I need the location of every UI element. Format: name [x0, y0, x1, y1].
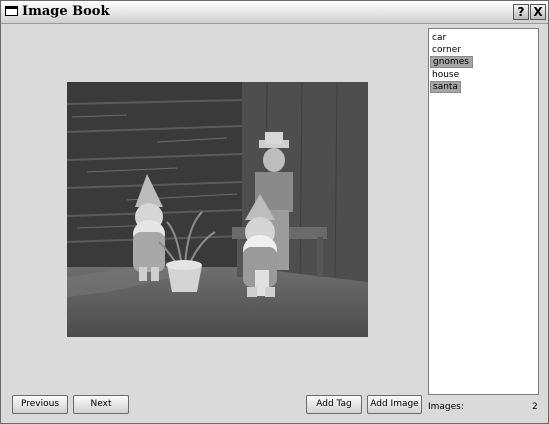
tag-list-item[interactable]: corner	[430, 44, 463, 56]
tag-list[interactable]: car corner gnomes house santa	[428, 28, 539, 395]
main-window: Image Book ? X car corner gnomes house s…	[0, 0, 549, 424]
gnome-photo	[67, 82, 368, 337]
help-button[interactable]: ?	[513, 4, 529, 20]
tag-list-item[interactable]: santa	[430, 80, 461, 93]
title-bar[interactable]: Image Book ? X	[1, 1, 548, 24]
close-button[interactable]: X	[530, 4, 546, 20]
window-icon	[5, 6, 18, 16]
window-title: Image Book	[22, 4, 110, 19]
image-view	[67, 82, 368, 337]
add-tag-button[interactable]: Add Tag	[306, 395, 362, 414]
tag-list-item[interactable]: gnomes	[430, 56, 473, 69]
images-count-value: 2	[532, 402, 538, 412]
previous-button[interactable]: Previous	[12, 395, 68, 414]
tag-list-item[interactable]: house	[430, 69, 461, 81]
add-image-button[interactable]: Add Image	[367, 395, 422, 414]
next-button[interactable]: Next	[73, 395, 129, 414]
images-count-label: Images:	[428, 402, 464, 412]
tag-list-item[interactable]: car	[430, 32, 448, 44]
